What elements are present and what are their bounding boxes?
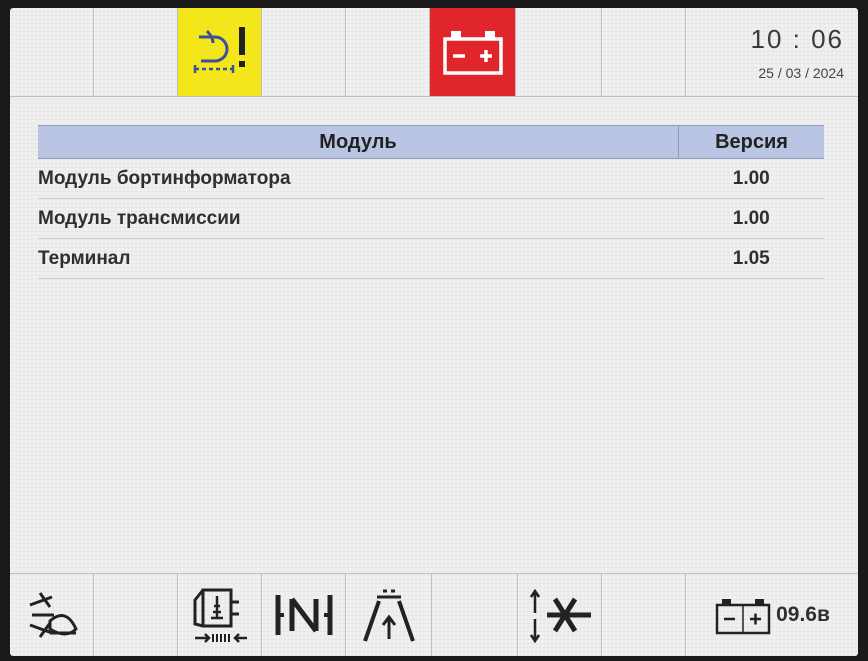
engine-oil-warning-icon: [193, 27, 245, 73]
status-slot-empty: [10, 8, 94, 96]
clock-date: 25 / 03 / 2024: [758, 64, 844, 81]
version-cell: 1.00: [678, 158, 824, 199]
module-version-table: Модуль Версия Модуль бортинформатора 1.0…: [38, 125, 824, 279]
engine-oil-warning-indicator[interactable]: [178, 8, 262, 96]
battery-icon: [715, 599, 771, 635]
status-slot-empty: [94, 8, 178, 96]
column-header-module: Модуль: [38, 125, 679, 159]
bottom-status-bar: 09.6в: [10, 573, 858, 656]
display-screen: 10 : 06 25 / 03 / 2024 Модуль Версия Мод…: [10, 8, 858, 656]
status-slot-empty: [94, 574, 178, 656]
engine-speed-icon: [193, 588, 247, 643]
status-slot-empty: [262, 8, 346, 96]
neutral-gear-icon: [275, 595, 332, 635]
clock-time: 10 : 06: [750, 23, 844, 54]
battery-icon: [442, 31, 503, 75]
table-row: Терминал 1.05: [38, 238, 824, 279]
module-name-cell: Терминал: [38, 238, 679, 279]
table-row: Модуль бортинформатора 1.00: [38, 158, 824, 199]
status-slot-empty: [602, 574, 686, 656]
module-name-cell: Модуль трансмиссии: [38, 198, 679, 239]
version-cell: 1.05: [678, 238, 824, 279]
clock: 10 : 06 25 / 03 / 2024: [686, 8, 858, 96]
status-slot-empty: [346, 8, 430, 96]
table-row: Модуль трансмиссии 1.00: [38, 198, 824, 239]
table-header-row: Модуль Версия: [38, 125, 824, 159]
battery-voltage-value: 09.6в: [776, 603, 830, 626]
road-mode-icon: [362, 589, 415, 642]
battery-voltage: 09.6в: [686, 574, 858, 656]
status-slot-empty: [516, 8, 602, 96]
battery-alarm-indicator[interactable]: [430, 8, 516, 96]
engine-speed-indicator[interactable]: [178, 574, 262, 656]
module-name-cell: Модуль бортинформатора: [38, 158, 679, 199]
hitch-indicator[interactable]: [518, 574, 602, 656]
column-header-version: Версия: [678, 125, 824, 159]
neutral-gear-indicator[interactable]: [262, 574, 346, 656]
road-mode-indicator[interactable]: [346, 574, 432, 656]
status-slot-empty: [602, 8, 686, 96]
top-status-bar: 10 : 06 25 / 03 / 2024: [10, 8, 858, 97]
work-light-icon: [28, 592, 78, 638]
status-slot-empty: [432, 574, 518, 656]
hitch-icon: [529, 588, 591, 644]
work-light-indicator[interactable]: [10, 574, 94, 656]
version-cell: 1.00: [678, 198, 824, 239]
